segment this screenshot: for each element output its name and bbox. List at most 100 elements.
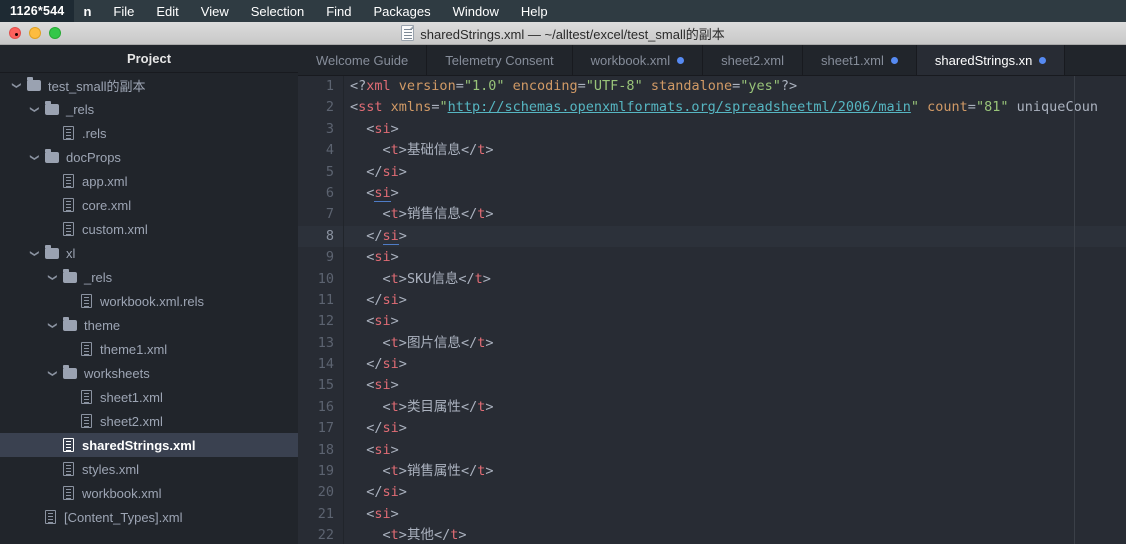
tab-label: Telemetry Consent — [445, 52, 554, 68]
tree-item-xl[interactable]: ❯ xl — [0, 241, 298, 265]
code-line[interactable]: <t>销售信息</t> — [344, 204, 1126, 225]
tree-item-sheet2-xml[interactable]: sheet2.xml — [0, 409, 298, 433]
line-number: 21 — [317, 505, 334, 522]
chevron-down-icon[interactable]: ❯ — [48, 319, 58, 332]
tree-item-sheet1-xml[interactable]: sheet1.xml — [0, 385, 298, 409]
zoom-button-icon[interactable] — [49, 27, 61, 39]
code-line[interactable]: <si> — [344, 375, 1126, 396]
close-button-icon[interactable] — [9, 27, 21, 39]
line-number: 5 — [325, 163, 334, 180]
code-line[interactable]: </si> — [344, 225, 1126, 248]
tab-sheet2-xml[interactable]: sheet2.xml — [703, 45, 803, 75]
code-line[interactable]: <si> — [344, 440, 1126, 461]
chevron-down-icon[interactable]: ❯ — [48, 271, 58, 284]
chevron-down-icon[interactable]: ❯ — [30, 247, 40, 260]
menu-file[interactable]: File — [102, 0, 145, 22]
chevron-down-icon[interactable]: ❯ — [30, 103, 40, 116]
menu-find[interactable]: Find — [315, 0, 362, 22]
file-icon — [81, 294, 92, 308]
tree-item-docprops[interactable]: ❯ docProps — [0, 145, 298, 169]
menu-edit[interactable]: Edit — [145, 0, 189, 22]
line-number: 9 — [325, 249, 334, 266]
tree-item-theme[interactable]: ❯ theme — [0, 313, 298, 337]
dimension-badge: 1126*544 — [0, 0, 75, 22]
tree-item-label: sheet2.xml — [100, 413, 163, 429]
tree-item-rels[interactable]: ❯ _rels — [0, 97, 298, 121]
tree-item-workbook-xml[interactable]: workbook.xml — [0, 481, 298, 505]
tab-welcome-guide[interactable]: Welcome Guide — [298, 45, 428, 75]
code-line[interactable]: </si> — [344, 482, 1126, 503]
tree-item-core-xml[interactable]: core.xml — [0, 193, 298, 217]
tree-item-label: docProps — [66, 149, 121, 165]
folder-icon — [45, 244, 59, 259]
code-line[interactable]: </si> — [344, 290, 1126, 311]
menu-app-name[interactable]: n — [74, 0, 102, 22]
tree-item-label: styles.xml — [82, 461, 140, 477]
file-icon — [63, 438, 74, 452]
file-icon — [63, 126, 74, 140]
tree-item-theme1-xml[interactable]: theme1.xml — [0, 337, 298, 361]
tree-item-custom-xml[interactable]: custom.xml — [0, 217, 298, 241]
tree-item-app-xml[interactable]: app.xml — [0, 169, 298, 193]
line-number: 2 — [325, 99, 334, 116]
tree-item-styles-xml[interactable]: styles.xml — [0, 457, 298, 481]
tab-label: sheet1.xml — [820, 52, 884, 68]
code-line[interactable]: <si> — [344, 311, 1126, 332]
tree-item-content-types-xml[interactable]: [Content_Types].xml — [0, 505, 298, 529]
code-line[interactable]: <si> — [344, 504, 1126, 525]
line-number: 16 — [317, 398, 334, 415]
line-number: 17 — [317, 420, 334, 437]
code-editor[interactable]: 1234567891011121314151617181920212223 <?… — [298, 76, 1126, 544]
line-number: 7 — [325, 206, 334, 223]
folder-icon — [63, 364, 77, 379]
menu-packages[interactable]: Packages — [363, 0, 442, 22]
modified-indicator-icon[interactable] — [890, 56, 898, 64]
code-line[interactable]: <t>销售属性</t> — [344, 461, 1126, 482]
folder-icon — [27, 76, 41, 91]
line-number: 10 — [317, 270, 334, 287]
menu-help[interactable]: Help — [510, 0, 559, 22]
tab-telemetry-consent[interactable]: Telemetry Consent — [427, 45, 573, 75]
tree-item-test-small[interactable]: ❯ test_small的副本 — [0, 73, 298, 97]
code-line[interactable]: <si> — [344, 247, 1126, 268]
code-line[interactable]: <si> — [344, 183, 1126, 204]
code-line[interactable]: </si> — [344, 162, 1126, 183]
chevron-down-icon[interactable]: ❯ — [30, 151, 40, 164]
tree-item-label: theme — [84, 317, 121, 333]
code-line[interactable]: <t>图片信息</t> — [344, 333, 1126, 354]
tree-item-rels[interactable]: .rels — [0, 121, 298, 145]
code-line[interactable]: </si> — [344, 354, 1126, 375]
menu-window[interactable]: Window — [442, 0, 510, 22]
tab-workbook-xml[interactable]: workbook.xml — [572, 45, 704, 75]
window-title-bar: sharedStrings.xml — ~/alltest/excel/test… — [0, 22, 1126, 45]
tree-item-label: sharedStrings.xml — [82, 437, 196, 453]
indent-guide — [1074, 76, 1075, 544]
modified-indicator-icon[interactable] — [677, 56, 685, 64]
file-icon — [81, 390, 92, 404]
line-number: 13 — [317, 334, 334, 351]
tab-sheet1-xml[interactable]: sheet1.xml — [802, 45, 917, 75]
chevron-down-icon[interactable]: ❯ — [48, 367, 58, 380]
code-line[interactable]: <t>其他</t> — [344, 525, 1126, 544]
tab-sharedstrings-xn[interactable]: sharedStrings.xn — [916, 45, 1066, 75]
tree-item-sharedstrings-xml[interactable]: sharedStrings.xml — [0, 433, 298, 457]
code-line[interactable]: <t>SKU信息</t> — [344, 269, 1126, 290]
code-line[interactable]: <?xml version="1.0" encoding="UTF-8" sta… — [344, 76, 1126, 97]
code-content[interactable]: <?xml version="1.0" encoding="UTF-8" sta… — [344, 76, 1126, 544]
tree-item-workbook-xml-rels[interactable]: workbook.xml.rels — [0, 289, 298, 313]
chevron-down-icon[interactable]: ❯ — [12, 79, 22, 92]
tree-item-label: test_small的副本 — [48, 78, 146, 94]
menu-view[interactable]: View — [190, 0, 240, 22]
sidebar-title: Project — [0, 45, 298, 73]
minimize-button-icon[interactable] — [29, 27, 41, 39]
menu-selection[interactable]: Selection — [240, 0, 315, 22]
code-line[interactable]: <t>类目属性</t> — [344, 397, 1126, 418]
code-line[interactable]: <t>基础信息</t> — [344, 140, 1126, 161]
code-line[interactable]: </si> — [344, 418, 1126, 439]
folder-icon — [63, 268, 77, 283]
tree-item-worksheets[interactable]: ❯ worksheets — [0, 361, 298, 385]
code-line[interactable]: <sst xmlns="http://schemas.openxmlformat… — [344, 97, 1126, 118]
code-line[interactable]: <si> — [344, 119, 1126, 140]
tree-item-rels[interactable]: ❯ _rels — [0, 265, 298, 289]
modified-indicator-icon[interactable] — [1039, 56, 1047, 64]
